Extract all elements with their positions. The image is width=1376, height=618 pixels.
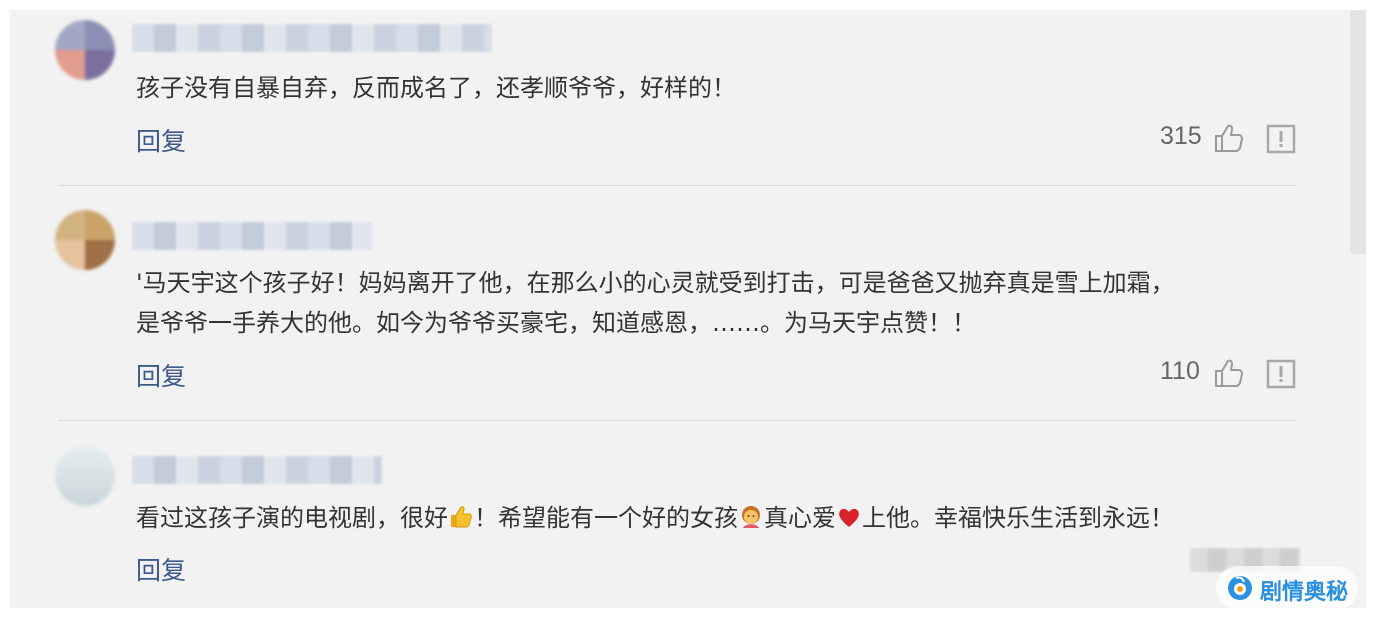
- comment-panel: 孩子没有自暴自弃，反而成名了，还孝顺爷爷，好样的！ 回复 315 '马天宇这个孩…: [10, 10, 1366, 608]
- divider: [58, 185, 1296, 186]
- thumbs-up-emoji: [451, 506, 472, 528]
- comment-text-part: ！希望能有一个好的女孩: [474, 504, 738, 532]
- comment-text: 看过这孩子演的电视剧，很好 ！希望能有一个好的女孩 真心爱 上他。幸福快乐生活到…: [136, 498, 1316, 538]
- comment-text: '马天宇这个孩子好！妈妈离开了他，在那么小的心灵就受到打击，可是爸爸又抛弃真是雪…: [136, 269, 1175, 337]
- red-heart-emoji: [839, 508, 859, 527]
- comment-text-part: 上他。幸福快乐生活到永远！: [862, 504, 1174, 532]
- username-blurred[interactable]: [132, 24, 492, 52]
- watermark-label: 剧情奥秘: [1260, 580, 1349, 605]
- reply-button[interactable]: 回复: [136, 122, 186, 158]
- thumbs-up-icon[interactable]: [1213, 357, 1245, 389]
- avatar[interactable]: [55, 210, 115, 270]
- scrollbar[interactable]: [1350, 10, 1366, 254]
- girl-emoji: [742, 506, 760, 528]
- reply-button[interactable]: 回复: [136, 551, 186, 587]
- comment-text-part: 真心爱: [764, 504, 836, 532]
- avatar[interactable]: [55, 20, 115, 80]
- thumbs-up-icon[interactable]: [1213, 122, 1245, 154]
- comment-text: 孩子没有自暴自弃，反而成名了，还孝顺爷爷，好样的！: [136, 74, 736, 102]
- username-blurred[interactable]: [132, 456, 382, 484]
- divider: [58, 420, 1296, 421]
- username-blurred[interactable]: [132, 222, 372, 250]
- like-count: 110: [1160, 357, 1200, 385]
- avatar[interactable]: [55, 446, 115, 506]
- report-icon[interactable]: [1266, 124, 1296, 154]
- watermark-logo-icon: [1228, 576, 1252, 600]
- comment-text-part: 看过这孩子演的电视剧，很好: [136, 504, 448, 532]
- report-icon[interactable]: [1266, 359, 1296, 389]
- like-count: 315: [1160, 122, 1202, 150]
- reply-button[interactable]: 回复: [136, 357, 186, 393]
- watermark: 剧情奥秘: [1216, 566, 1358, 610]
